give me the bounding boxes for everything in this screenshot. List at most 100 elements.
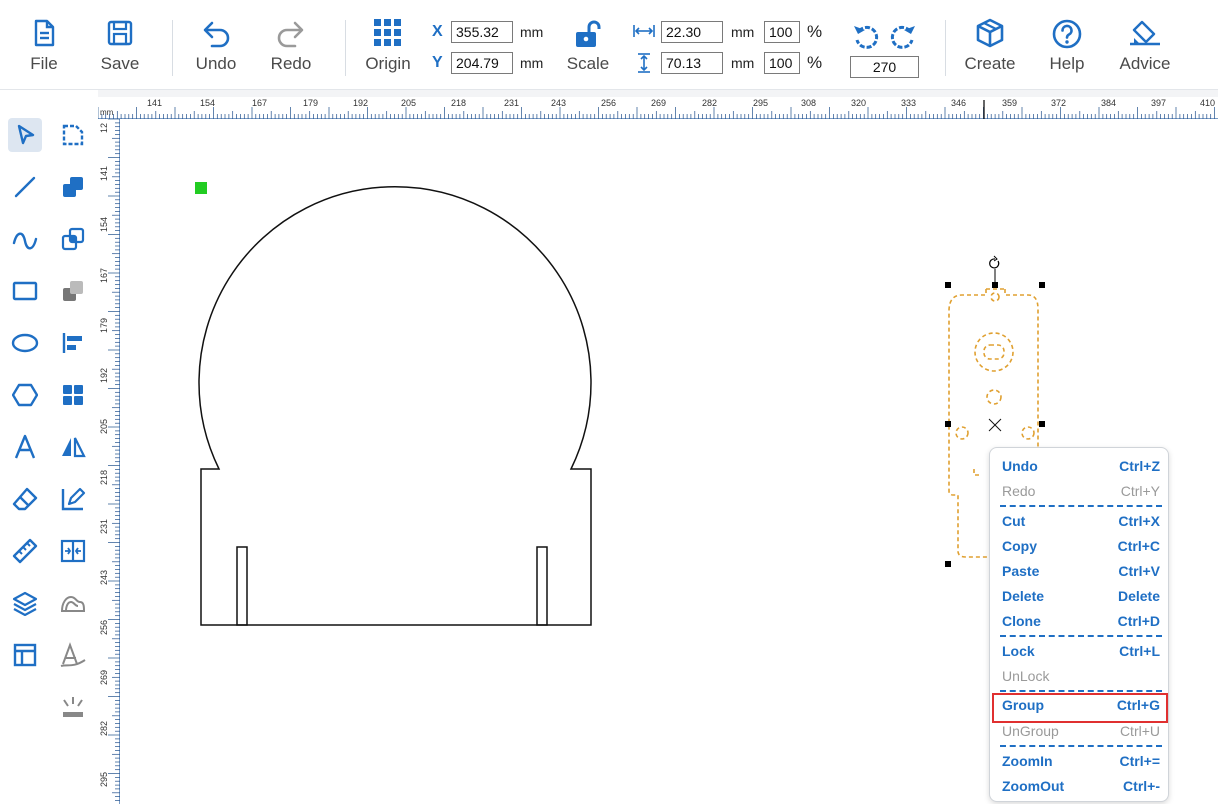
menu-item-shortcut: Ctrl+D (1117, 613, 1160, 629)
slot-left[interactable] (236, 546, 248, 626)
union-tool[interactable] (56, 170, 90, 204)
height-unit: mm (731, 55, 755, 71)
layout-tool[interactable] (8, 638, 42, 672)
ruler-label: 243 (551, 98, 567, 108)
y-unit: mm (520, 55, 544, 71)
menu-item-zoomout[interactable]: ZoomOut Ctrl+- (990, 776, 1170, 798)
save-button[interactable]: Save (90, 18, 150, 84)
ruler-label: 141 (147, 98, 163, 108)
subtract-tool[interactable] (56, 274, 90, 308)
menu-item-copy[interactable]: Copy Ctrl+C (990, 536, 1170, 558)
undo-button[interactable]: Undo (186, 18, 246, 84)
ruler-label: 192 (99, 367, 109, 383)
select-icon (17, 124, 35, 145)
menu-item-unlock[interactable]: UnLock (990, 666, 1170, 688)
width-unit: mm (731, 24, 755, 40)
advice-button[interactable]: Advice (1115, 18, 1175, 84)
layers-tool[interactable] (8, 586, 42, 620)
ruler-label: 397 (1151, 98, 1167, 108)
ruler-tool[interactable] (8, 534, 42, 568)
app-window: File Save Undo Redo Origin X mm Y (0, 0, 1218, 804)
height-percent-input[interactable] (764, 52, 800, 74)
vertical-ruler[interactable]: 12 141 154 167 179 192 205 218 231 243 2… (98, 119, 120, 804)
help-button[interactable]: Help (1037, 18, 1097, 84)
x-label: X (432, 23, 443, 40)
offset-tool[interactable] (56, 586, 90, 620)
select-tool[interactable] (8, 118, 42, 152)
mirror-tool[interactable] (56, 430, 90, 464)
align-left-tool[interactable] (56, 326, 90, 360)
origin-label: Origin (365, 54, 411, 73)
duplicate-icon (61, 227, 85, 251)
rotation-input[interactable] (850, 56, 919, 78)
slot-right[interactable] (536, 546, 548, 626)
menu-item-paste[interactable]: Paste Ctrl+V (990, 561, 1170, 583)
laser-tool[interactable] (56, 690, 90, 724)
duplicate-tool[interactable] (56, 222, 90, 256)
line-tool[interactable] (8, 170, 42, 204)
ruler-label: 282 (99, 720, 109, 736)
origin-button[interactable]: Origin (358, 18, 418, 84)
menu-item-shortcut: Ctrl+L (1119, 643, 1160, 659)
ruler-label: 205 (99, 418, 109, 434)
rectangle-icon (12, 281, 38, 301)
origin-marker[interactable] (195, 182, 207, 194)
ruler-label: 243 (99, 569, 109, 585)
rotate-left-icon[interactable] (851, 22, 881, 52)
x-coordinate-input[interactable] (451, 21, 513, 43)
menu-item-shortcut: Ctrl+Z (1119, 458, 1160, 474)
menu-item-lock[interactable]: Lock Ctrl+L (990, 641, 1170, 663)
text-tool[interactable] (8, 430, 42, 464)
y-coordinate-input[interactable] (451, 52, 513, 74)
menu-item-label: UnGroup (1002, 723, 1059, 739)
ruler-label: 384 (1101, 98, 1117, 108)
measure-edit-tool[interactable] (56, 482, 90, 516)
ruler-label: 167 (252, 98, 268, 108)
ruler-label: 269 (651, 98, 667, 108)
menu-item-clone[interactable]: Clone Ctrl+D (990, 611, 1170, 633)
menu-item-undo[interactable]: Undo Ctrl+Z (990, 456, 1170, 478)
polygon-tool[interactable] (8, 378, 42, 412)
create-button[interactable]: Create (960, 18, 1020, 84)
width-input[interactable] (661, 21, 723, 43)
lock-scale-button[interactable]: Scale (558, 18, 618, 84)
menu-item-cut[interactable]: Cut Ctrl+X (990, 511, 1170, 533)
menu-separator (1000, 690, 1162, 692)
distribute-icon (60, 539, 86, 563)
redo-button[interactable]: Redo (261, 18, 321, 84)
curve-tool[interactable] (8, 222, 42, 256)
grid-tool[interactable] (56, 378, 90, 412)
width-percent-symbol: % (807, 22, 823, 41)
height-input[interactable] (661, 52, 723, 74)
menu-item-group[interactable]: Group Ctrl+G (992, 693, 1168, 723)
unlock-icon (576, 20, 601, 47)
distribute-tool[interactable] (56, 534, 90, 568)
menu-item-label: Copy (1002, 538, 1037, 554)
menu-item-redo[interactable]: Redo Ctrl+Y (990, 481, 1170, 503)
rotate-handle-icon[interactable] (989, 255, 1000, 269)
menu-item-zoomin[interactable]: ZoomIn Ctrl+= (990, 751, 1170, 773)
eraser-tool[interactable] (8, 482, 42, 516)
ellipse-tool[interactable] (8, 326, 42, 360)
undo-icon (203, 21, 230, 48)
y-label: Y (432, 54, 443, 71)
pen-tool[interactable] (56, 638, 90, 672)
width-percent-input[interactable] (764, 21, 800, 43)
rotate-right-icon[interactable] (888, 22, 918, 52)
horizontal-ruler[interactable]: mm 141 154 167 179 192 205 218 231 243 2… (98, 97, 1218, 119)
menu-item-delete[interactable]: Delete Delete (990, 586, 1170, 608)
node-edit-tool[interactable] (56, 118, 90, 152)
rectangle-tool[interactable] (8, 274, 42, 308)
dome-shape[interactable] (198, 186, 592, 626)
menu-item-shortcut: Ctrl+V (1118, 563, 1160, 579)
align-left-icon (62, 333, 82, 353)
menu-item-ungroup[interactable]: UnGroup Ctrl+U (990, 721, 1170, 743)
file-button[interactable]: File (14, 18, 74, 84)
curve-icon (12, 232, 38, 250)
selection-center-marker (988, 418, 1002, 432)
union-icon (63, 177, 83, 197)
text-icon (14, 434, 36, 459)
ruler-label: 12 (99, 122, 109, 133)
help-icon (1052, 19, 1082, 49)
ruler-label: 205 (401, 98, 417, 108)
